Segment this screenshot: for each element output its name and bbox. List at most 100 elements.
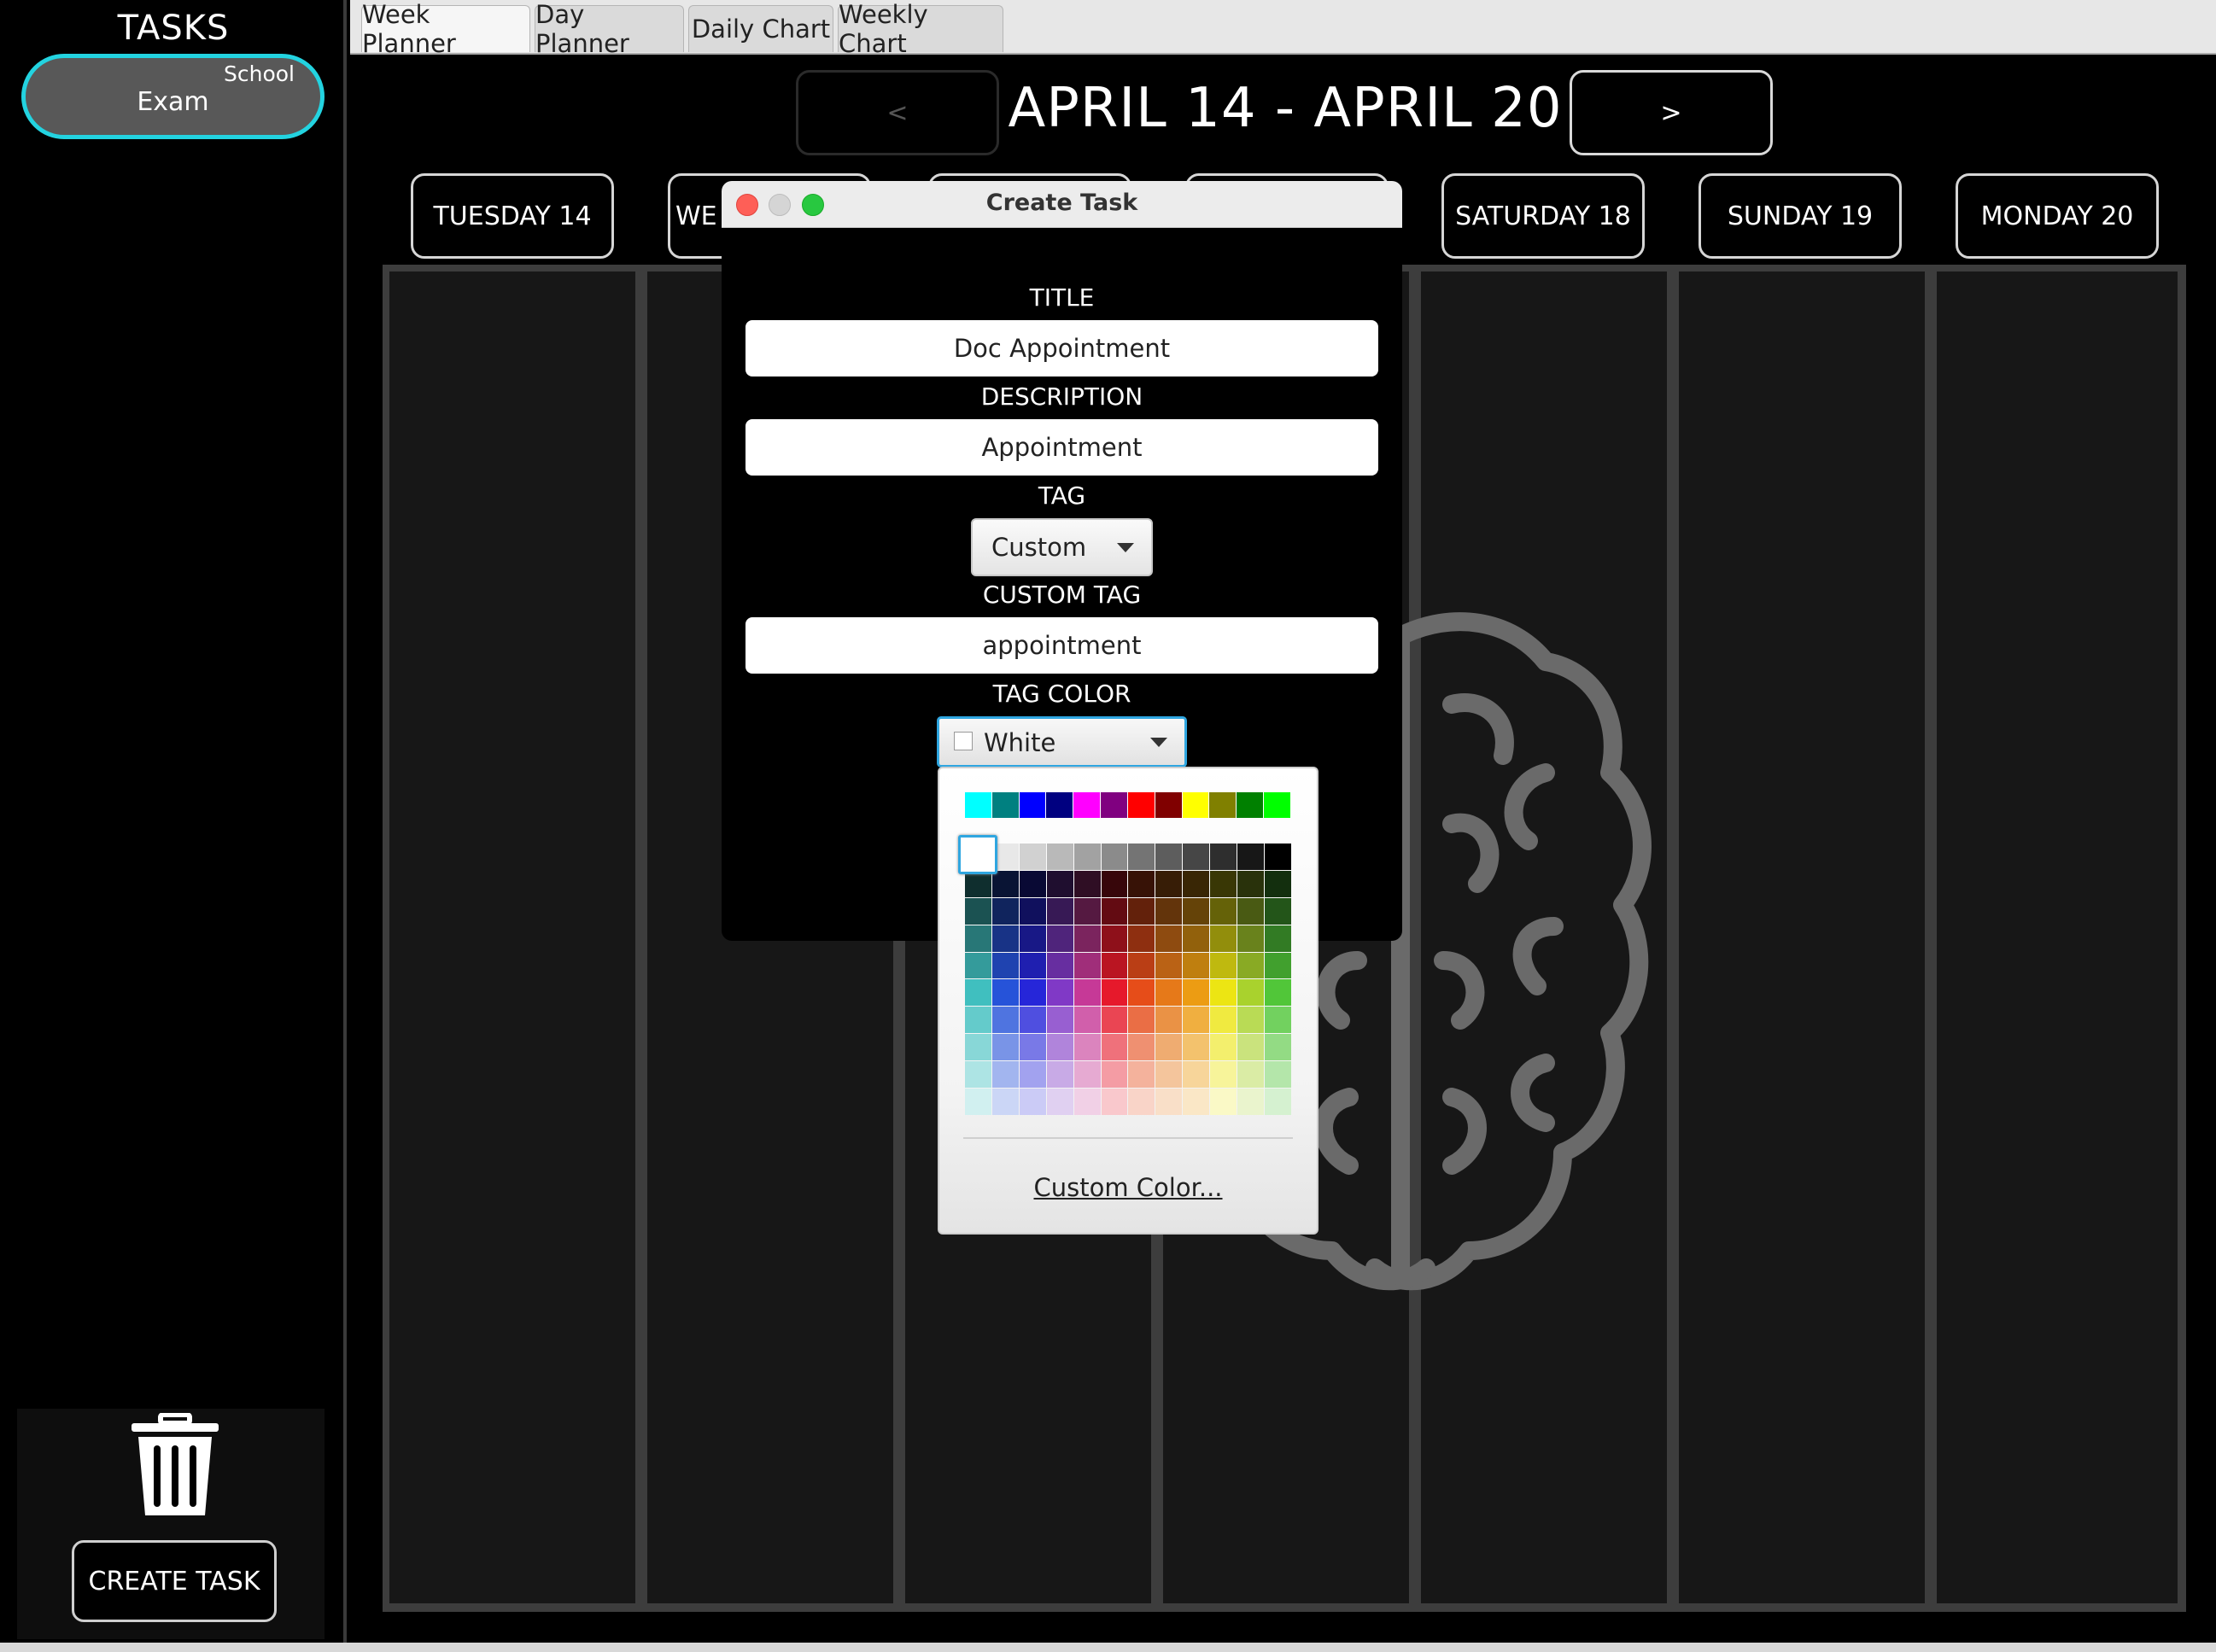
color-swatch[interactable] [1237,925,1265,952]
day-header-monday[interactable]: MONDAY 20 [1956,173,2159,259]
color-swatch[interactable] [1073,952,1101,979]
color-swatch[interactable] [1237,1061,1265,1089]
color-swatch[interactable] [1155,1061,1183,1089]
color-swatch[interactable] [1019,1089,1046,1115]
color-swatch[interactable] [1183,897,1210,925]
color-swatch[interactable] [1237,979,1265,1007]
color-swatch[interactable] [1182,792,1209,818]
color-swatch[interactable] [1128,870,1155,897]
color-swatch[interactable] [1073,792,1101,818]
tab-day-planner[interactable]: Day Planner [535,0,684,58]
color-swatch[interactable] [1101,844,1128,870]
color-swatch[interactable] [1046,979,1073,1007]
color-swatch[interactable] [965,1061,991,1089]
color-swatch[interactable] [1237,1034,1265,1061]
color-swatch[interactable] [1128,925,1155,952]
color-swatch[interactable] [1101,925,1128,952]
color-swatch[interactable] [965,870,991,897]
color-swatch[interactable] [1209,792,1237,818]
tag-select[interactable]: Custom [971,518,1153,576]
color-swatch[interactable] [1183,1061,1210,1089]
day-header-saturday[interactable]: SATURDAY 18 [1441,173,1645,259]
color-swatch[interactable] [965,1007,991,1034]
color-swatch[interactable] [1155,897,1183,925]
color-swatch[interactable] [965,1089,991,1115]
color-swatch[interactable] [1183,979,1210,1007]
color-swatch[interactable] [991,870,1019,897]
color-swatch[interactable] [1183,925,1210,952]
color-swatch[interactable] [1128,897,1155,925]
color-swatch[interactable] [1265,844,1291,870]
color-swatch[interactable] [991,1089,1019,1115]
color-swatch[interactable] [1046,844,1073,870]
color-swatch[interactable] [1101,1034,1128,1061]
color-swatch[interactable] [1046,897,1073,925]
color-swatch[interactable] [1046,870,1073,897]
color-swatch[interactable] [1019,792,1046,818]
color-swatch[interactable] [1210,1089,1237,1115]
description-input[interactable]: Appointment [745,419,1378,476]
tab-daily-chart[interactable]: Daily Chart [688,5,833,52]
color-swatch[interactable] [1210,844,1237,870]
color-swatch[interactable] [1101,979,1128,1007]
color-swatch[interactable] [1101,1089,1128,1115]
color-swatch[interactable] [1210,1034,1237,1061]
title-input[interactable]: Doc Appointment [745,320,1378,377]
day-column-tuesday[interactable] [389,271,635,1603]
color-swatch[interactable] [1019,870,1046,897]
trash-icon[interactable] [128,1413,222,1520]
color-swatch[interactable] [1183,1089,1210,1115]
color-swatch[interactable] [1210,925,1237,952]
color-swatch[interactable] [1265,979,1291,1007]
color-swatch[interactable] [1019,1034,1046,1061]
custom-color-link[interactable]: Custom Color... [939,1173,1317,1202]
day-column-sunday[interactable] [1679,271,1925,1603]
color-swatch[interactable] [965,897,991,925]
color-swatch[interactable] [1183,952,1210,979]
day-header-tuesday[interactable]: TUESDAY 14 [411,173,614,259]
color-swatch[interactable] [1265,897,1291,925]
color-swatch[interactable] [965,952,991,979]
color-swatch[interactable] [1073,1089,1101,1115]
color-swatch[interactable] [965,979,991,1007]
color-swatch[interactable] [1101,952,1128,979]
color-swatch[interactable] [1046,1007,1073,1034]
color-swatch[interactable] [1265,1034,1291,1061]
color-swatch[interactable] [1210,1061,1237,1089]
color-swatch[interactable] [1073,925,1101,952]
color-swatch[interactable] [1128,844,1155,870]
color-swatch[interactable] [1237,870,1265,897]
color-swatch[interactable] [1237,952,1265,979]
selected-color-swatch[interactable] [958,835,997,874]
color-swatch[interactable] [991,1034,1019,1061]
color-swatch[interactable] [1265,870,1291,897]
color-swatch[interactable] [1128,952,1155,979]
color-swatch[interactable] [1210,897,1237,925]
color-swatch[interactable] [1019,925,1046,952]
color-swatch[interactable] [1046,1034,1073,1061]
color-swatch[interactable] [1237,897,1265,925]
color-swatch[interactable] [1155,844,1183,870]
color-swatch[interactable] [1073,1034,1101,1061]
color-swatch[interactable] [1155,1007,1183,1034]
color-swatch[interactable] [1101,1007,1128,1034]
color-swatch[interactable] [1210,870,1237,897]
color-swatch[interactable] [1073,1061,1101,1089]
color-swatch[interactable] [1237,1089,1265,1115]
tag-color-select[interactable]: White [937,716,1187,768]
next-week-button[interactable]: > [1570,70,1773,155]
color-swatch[interactable] [1073,979,1101,1007]
color-swatch[interactable] [1265,925,1291,952]
color-swatch[interactable] [1128,1061,1155,1089]
color-swatch[interactable] [1265,1061,1291,1089]
color-swatch[interactable] [1019,952,1046,979]
color-swatch[interactable] [991,1061,1019,1089]
color-swatch[interactable] [965,1034,991,1061]
color-swatch[interactable] [991,979,1019,1007]
color-swatch[interactable] [965,792,991,818]
color-swatch[interactable] [1237,792,1264,818]
color-swatch[interactable] [1183,1007,1210,1034]
color-swatch[interactable] [1046,792,1073,818]
color-swatch[interactable] [1237,1007,1265,1034]
color-swatch[interactable] [1101,1061,1128,1089]
